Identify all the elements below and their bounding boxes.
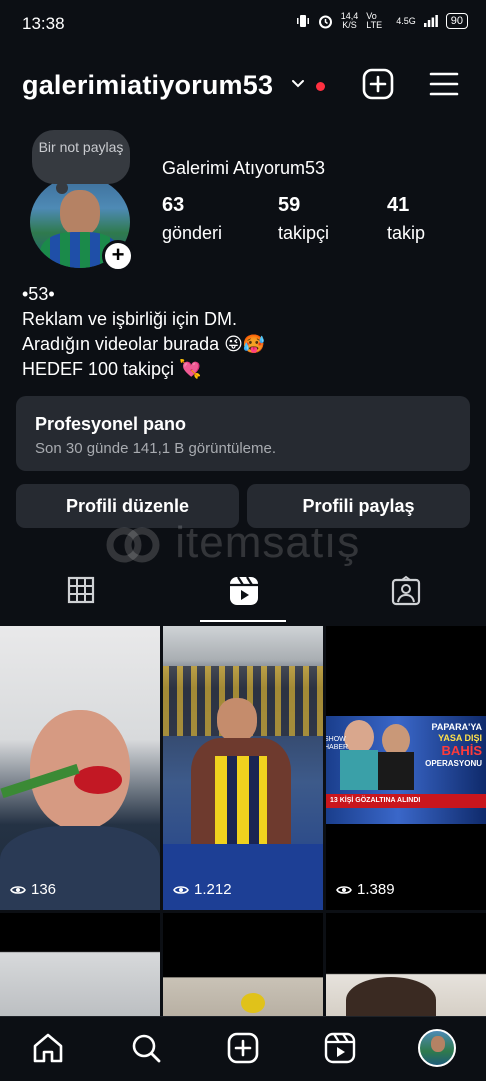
profile-avatar-icon[interactable] — [418, 1029, 456, 1067]
stat-label: takip — [387, 223, 426, 243]
post-thumbnail[interactable] — [163, 913, 323, 1023]
net-speed: 14,4 K/S — [341, 12, 359, 30]
notification-dot — [316, 82, 325, 91]
view-count: 1.389 — [336, 881, 395, 898]
stat-label: gönderi — [162, 223, 223, 243]
alarm-icon — [318, 15, 332, 28]
post-thumbnail[interactable] — [326, 913, 486, 1023]
post-object — [241, 993, 265, 1013]
news-headline: PAPARA'YA YASA DIŞI BAHİS OPERASYONU — [418, 722, 482, 769]
news-frame: SHOW HABER PAPARA'YA YASA DIŞI BAHİS OPE… — [326, 716, 486, 824]
add-story-badge[interactable]: + — [102, 240, 134, 272]
side-label: SHOW HABER — [326, 736, 349, 751]
dashboard-subtitle: Son 30 günde 141,1 B görüntüleme. — [35, 440, 277, 457]
volte-label: Vo LTE — [366, 11, 383, 30]
stat-value: 59 — [278, 194, 301, 216]
signal-bars-icon — [423, 15, 438, 27]
net-speed-unit: K/S — [342, 20, 357, 30]
tab-grid[interactable] — [0, 560, 162, 622]
headline-line: OPERASYONU — [425, 759, 482, 768]
stat-value: 63 — [162, 194, 185, 216]
profile-avatar[interactable]: + — [30, 176, 134, 272]
hamburger-menu-icon[interactable] — [426, 66, 462, 102]
vibrate-icon — [296, 15, 309, 27]
eye-icon — [173, 885, 189, 894]
rose-flower — [74, 766, 122, 794]
post-face — [217, 698, 257, 742]
view-count: 136 — [10, 881, 56, 898]
username[interactable]: galerimiatiyorum53 — [22, 70, 273, 101]
anchor-body — [340, 750, 378, 790]
status-bar: 13:38 14,4 K/S Vo LTE 4.5G 90 — [0, 0, 486, 50]
bottom-nav — [0, 1016, 486, 1081]
reporter-body — [378, 752, 414, 790]
tab-tagged[interactable] — [324, 560, 486, 622]
reels-icon — [230, 576, 258, 605]
post-thumbnail[interactable]: SHOW HABER PAPARA'YA YASA DIŞI BAHİS OPE… — [326, 626, 486, 910]
post-jersey — [215, 756, 267, 850]
anchor-face — [344, 720, 374, 754]
reels-icon[interactable] — [323, 1031, 357, 1065]
stat-value: 41 — [387, 194, 410, 216]
tab-reels[interactable] — [162, 560, 324, 622]
eye-icon — [336, 885, 352, 894]
create-icon[interactable] — [226, 1031, 260, 1065]
stat-following[interactable]: 41 takip — [387, 194, 425, 244]
bio-line: HEDEF 100 takipçi 💘 — [22, 359, 202, 379]
battery-indicator: 90 — [445, 13, 468, 29]
post-thumbnail[interactable]: 1.212 — [163, 626, 323, 910]
tagged-person-icon — [391, 575, 421, 606]
dashboard-title: Profesyonel pano — [35, 414, 187, 434]
view-count: 1.212 — [173, 881, 232, 898]
avatar-face — [60, 190, 100, 236]
eye-icon — [10, 885, 26, 894]
headline-line: PAPARA'YA — [431, 722, 482, 732]
profile-bio: •53• Reklam ve işbirliği için DM. Aradığ… — [22, 282, 265, 382]
status-time: 13:38 — [22, 14, 65, 33]
home-icon[interactable] — [31, 1031, 65, 1065]
note-bubble[interactable]: Bir not paylaş — [32, 130, 130, 194]
profile-tabs — [0, 560, 486, 622]
status-icons: 14,4 K/S Vo LTE 4.5G 90 — [296, 12, 468, 30]
view-count-value: 1.212 — [194, 881, 232, 898]
stat-label: takipçi — [278, 223, 330, 243]
search-icon[interactable] — [129, 1031, 163, 1065]
bio-line: Reklam ve işbirliği için DM. — [22, 309, 238, 329]
display-name: Galerimi Atıyorum53 — [162, 158, 326, 178]
plus-square-icon[interactable] — [360, 66, 396, 102]
chevron-down-icon[interactable] — [290, 76, 306, 92]
professional-dashboard[interactable]: Profesyonel pano Son 30 günde 141,1 B gö… — [16, 396, 470, 471]
bio-line: •53• — [22, 284, 55, 304]
profile-header: galerimiatiyorum53 — [22, 66, 468, 106]
avatar-face — [431, 1036, 445, 1052]
view-count-value: 136 — [31, 881, 57, 898]
news-ticker: 13 KİŞİ GÖZALTINA ALINDI — [326, 794, 486, 808]
view-count-value: 1.389 — [357, 881, 395, 898]
bio-line: Aradığın videolar burada 😜🥵 — [22, 334, 266, 354]
signal-label: 4.5G — [396, 16, 416, 26]
stat-posts[interactable]: 63 gönderi — [162, 194, 222, 244]
post-thumbnail[interactable] — [0, 913, 160, 1023]
grid-icon — [67, 576, 95, 604]
stadium-seats — [163, 844, 323, 910]
post-thumbnail[interactable]: 136 — [0, 626, 160, 910]
headline-line: BAHİS — [441, 743, 482, 758]
stat-followers[interactable]: 59 takipçi — [278, 194, 329, 244]
